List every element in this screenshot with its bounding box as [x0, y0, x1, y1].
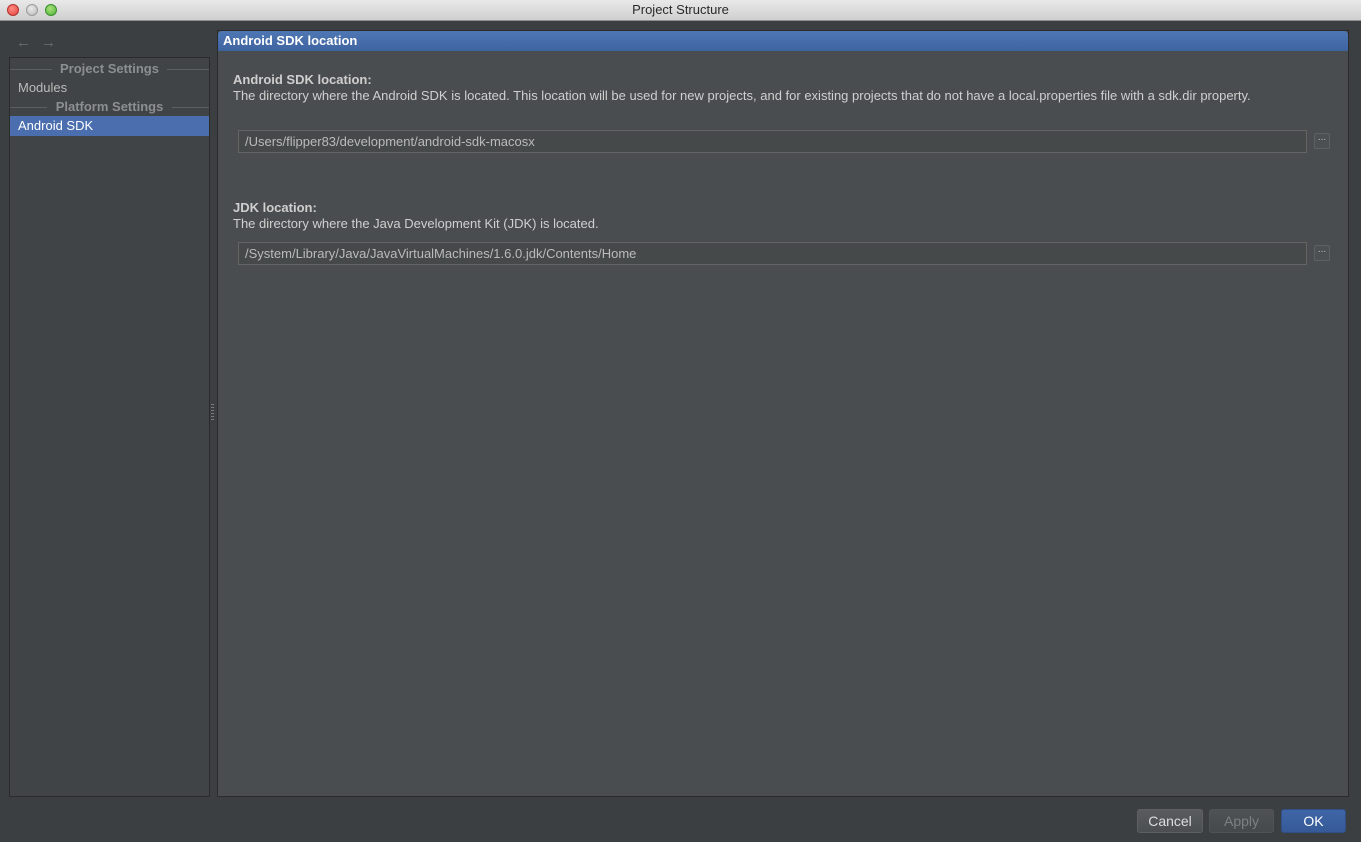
jdk-location-label: JDK location: — [233, 200, 317, 215]
sidebar-item-modules[interactable]: Modules — [10, 78, 209, 98]
title-bar: Project Structure — [0, 0, 1361, 21]
jdk-browse-button[interactable]: ... — [1314, 245, 1330, 261]
section-header-platform-settings: Platform Settings — [10, 99, 209, 115]
window-title: Project Structure — [632, 2, 729, 17]
section-header-project-settings: Project Settings — [10, 61, 209, 77]
apply-button[interactable]: Apply — [1209, 809, 1274, 833]
sdk-location-description: The directory where the Android SDK is l… — [233, 88, 1251, 103]
sdk-location-label: Android SDK location: — [233, 72, 372, 87]
jdk-location-description: The directory where the Java Development… — [233, 216, 599, 231]
sdk-browse-button[interactable]: ... — [1314, 133, 1330, 149]
cancel-button[interactable]: Cancel — [1137, 809, 1203, 833]
ok-button[interactable]: OK — [1281, 809, 1346, 833]
splitter-handle[interactable] — [211, 404, 214, 420]
back-arrow-icon[interactable]: ← — [16, 35, 31, 50]
window-body: ← → Project Settings Modules Platform Se… — [0, 21, 1361, 842]
section-header-label: Project Settings — [60, 61, 159, 76]
sidebar: Project Settings Modules Platform Settin… — [9, 57, 210, 797]
jdk-path-field[interactable]: /System/Library/Java/JavaVirtualMachines… — [238, 242, 1307, 265]
sdk-path-field[interactable]: /Users/flipper83/development/android-sdk… — [238, 130, 1307, 153]
section-header-label: Platform Settings — [55, 99, 164, 114]
main-panel: Android SDK location Android SDK locatio… — [217, 30, 1349, 797]
panel-header: Android SDK location — [218, 31, 1348, 51]
sidebar-item-android-sdk[interactable]: Android SDK — [10, 116, 209, 136]
forward-arrow-icon[interactable]: → — [41, 35, 56, 50]
